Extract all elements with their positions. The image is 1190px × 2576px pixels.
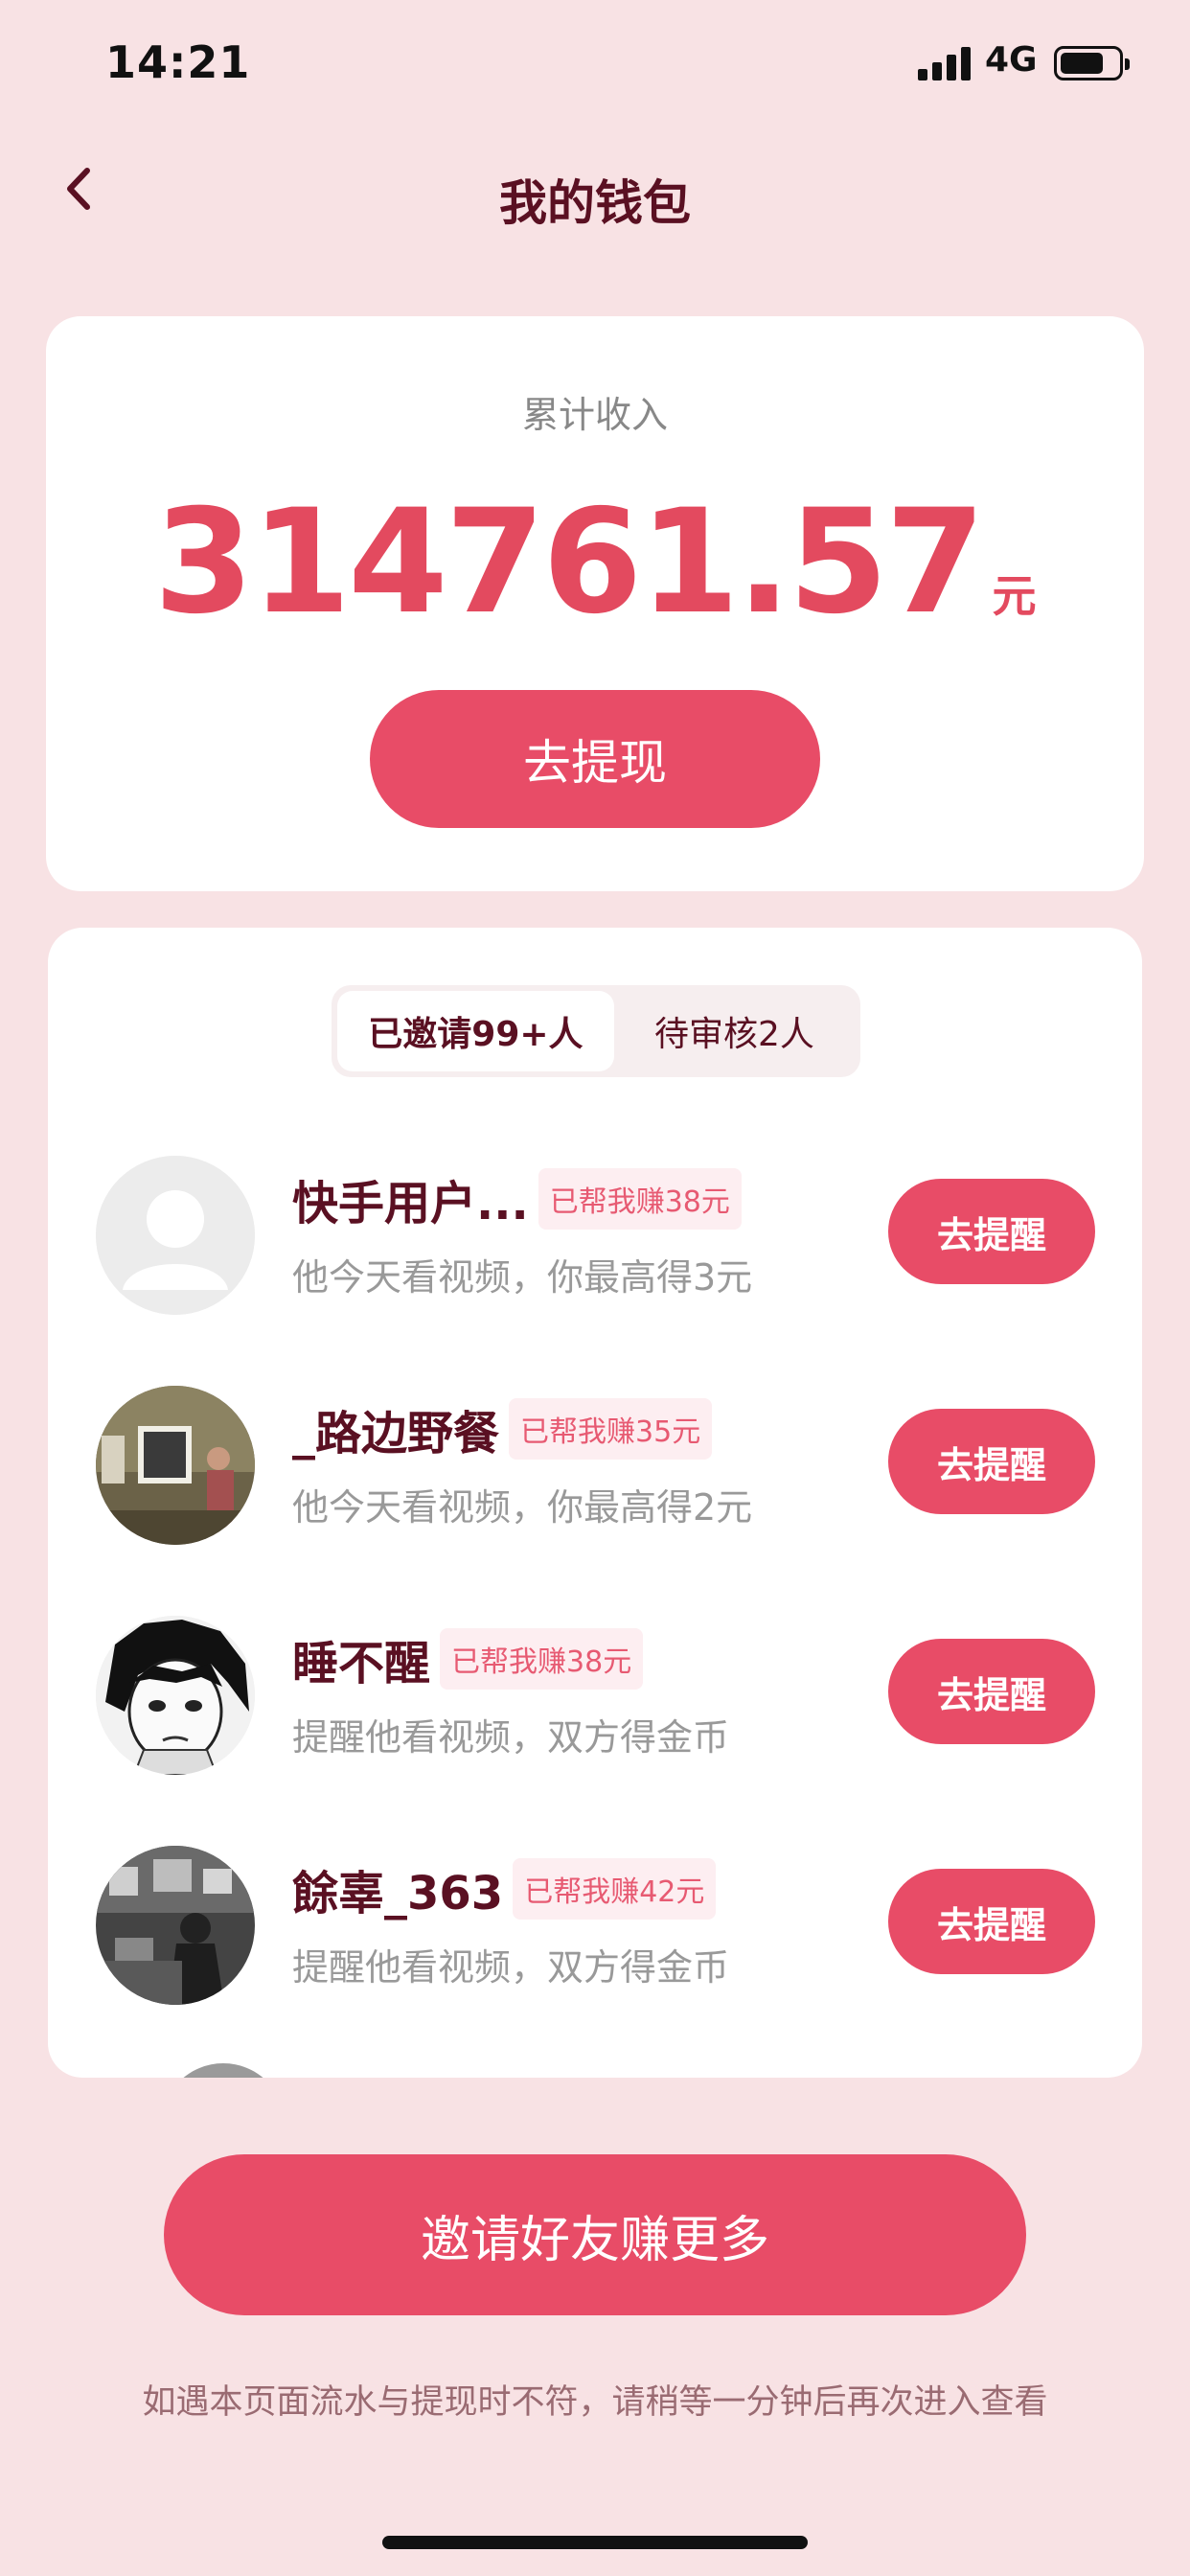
invite-friends-button[interactable]: 邀请好友赚更多 <box>164 2154 1026 2315</box>
income-amount-row: 314761.57 元 <box>46 479 1144 646</box>
income-amount: 314761.57 <box>153 479 986 646</box>
friend-name: 睡不醒 <box>292 1637 431 1690</box>
partial-avatar <box>161 2063 286 2078</box>
friend-row: 睡不醒 已帮我赚38元 提醒他看视频，双方得金币 去提醒 <box>48 1591 1142 1782</box>
income-card: 累计收入 314761.57 元 去提现 <box>46 316 1144 891</box>
invite-list-card: 已邀请99+人 待审核2人 快手用户... 已帮我赚38元 他今天看视频，你最高… <box>48 928 1142 2078</box>
friend-name: 餘辜_363 <box>292 1867 504 1920</box>
tab-invited[interactable]: 已邀请99+人 <box>337 991 614 1071</box>
friend-name: 快手用户... <box>292 1177 529 1230</box>
photo-avatar-bw <box>96 1846 255 2005</box>
friend-name: _路边野餐 <box>292 1407 500 1460</box>
friend-row: _路边野餐 已帮我赚35元 他今天看视频，你最高得2元 去提醒 <box>48 1361 1142 1552</box>
friend-row: 餘辜_363 已帮我赚42元 提醒他看视频，双方得金币 去提醒 <box>48 1821 1142 2012</box>
status-time: 14:21 <box>105 36 251 88</box>
tab-pending[interactable]: 待审核2人 <box>614 991 855 1071</box>
earn-badge: 已帮我赚38元 <box>538 1168 742 1230</box>
signal-icon <box>918 46 972 80</box>
home-indicator <box>382 2536 808 2549</box>
remind-button[interactable]: 去提醒 <box>888 1869 1095 1974</box>
friend-desc: 他今天看视频，你最高得3元 <box>292 1256 753 1299</box>
remind-button[interactable]: 去提醒 <box>888 1639 1095 1744</box>
battery-icon <box>1054 46 1130 80</box>
remind-button[interactable]: 去提醒 <box>888 1179 1095 1284</box>
earn-badge: 已帮我赚35元 <box>509 1398 713 1460</box>
page-title: 我的钱包 <box>499 175 691 231</box>
footer-note: 如遇本页面流水与提现时不符，请稍等一分钟后再次进入查看 <box>142 2383 1048 2422</box>
anime-avatar <box>96 1616 255 1775</box>
friend-row: 快手用户... 已帮我赚38元 他今天看视频，你最高得3元 去提醒 <box>48 1131 1142 1322</box>
friend-desc: 他今天看视频，你最高得2元 <box>292 1486 753 1529</box>
remind-button[interactable]: 去提醒 <box>888 1409 1095 1514</box>
earn-badge: 已帮我赚42元 <box>513 1858 717 1920</box>
income-label: 累计收入 <box>521 394 668 436</box>
friend-desc: 提醒他看视频，双方得金币 <box>292 1946 730 1989</box>
invite-tabs: 已邀请99+人 待审核2人 <box>332 985 860 1077</box>
network-label: 4G <box>985 40 1038 80</box>
default-avatar <box>96 1156 255 1315</box>
earn-badge: 已帮我赚38元 <box>440 1628 644 1690</box>
friend-desc: 提醒他看视频，双方得金币 <box>292 1716 730 1759</box>
status-bar: 14:21 4G <box>0 0 1190 134</box>
withdraw-button[interactable]: 去提现 <box>370 690 820 828</box>
photo-avatar <box>96 1386 255 1545</box>
income-unit: 元 <box>992 570 1037 622</box>
